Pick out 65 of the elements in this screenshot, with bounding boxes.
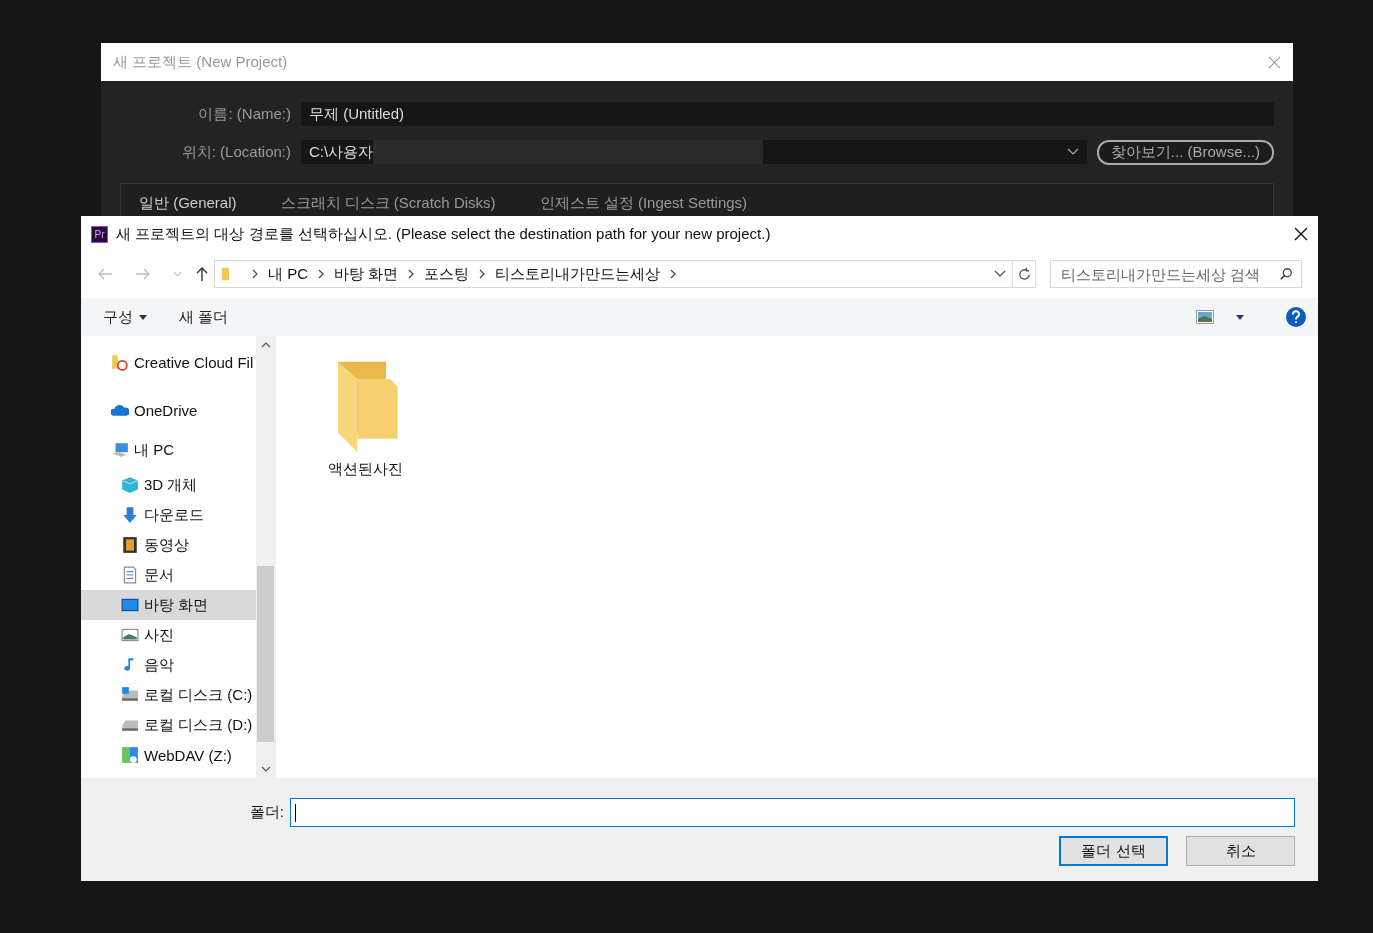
field-label: 이름: (Name:) bbox=[197, 104, 291, 124]
nav-item[interactable]: 음악 bbox=[81, 650, 256, 680]
close-icon[interactable] bbox=[1294, 227, 1308, 241]
app-badge: Pr bbox=[91, 225, 108, 243]
organize-button[interactable]: 구성 bbox=[103, 307, 147, 327]
search-icon bbox=[1279, 267, 1293, 281]
folder-item[interactable]: 액션된사진 bbox=[320, 358, 410, 479]
scroll-up-icon[interactable] bbox=[260, 342, 271, 348]
document-icon bbox=[121, 566, 139, 584]
nav-item[interactable]: 사진 bbox=[81, 620, 256, 650]
nav-item[interactable]: WebDAV (Z:) bbox=[81, 740, 256, 770]
chevron-icon bbox=[1066, 148, 1079, 156]
nav-item[interactable]: 로컬 디스크 (C:) bbox=[81, 680, 256, 710]
dropdown-icon[interactable] bbox=[994, 270, 1006, 278]
nav-item[interactable]: 3D 개체 bbox=[81, 470, 256, 500]
cancel-button[interactable]: 취소 bbox=[1186, 836, 1295, 866]
window-title: 새 프로젝트 (New Project) bbox=[113, 52, 288, 72]
chevron-icon bbox=[252, 269, 258, 279]
help-icon[interactable] bbox=[1286, 307, 1306, 327]
chevron-icon bbox=[408, 269, 415, 279]
monitor-icon bbox=[121, 596, 139, 614]
nav-item[interactable]: 내 PC bbox=[81, 430, 256, 470]
folder-label: 폴더: bbox=[248, 803, 284, 822]
search-field[interactable]: 티스토리내가만드는세상 검색 bbox=[1050, 260, 1302, 288]
new-folder-button[interactable]: 새 폴더 bbox=[179, 307, 229, 327]
location-field[interactable]: C:\사용자 bbox=[301, 140, 1087, 164]
tab[interactable]: 스크래치 디스크 (Scratch Disks) bbox=[278, 189, 498, 219]
scrollbar[interactable] bbox=[256, 336, 275, 778]
nav-item[interactable]: 다운로드 bbox=[81, 500, 256, 530]
folder-icon bbox=[221, 266, 230, 282]
select-folder-button[interactable]: 폴더 선택 bbox=[1059, 836, 1168, 866]
address-bar[interactable]: 내 PC 바탕 화면 포스팅 티스토리내가만드는세상 bbox=[214, 260, 1036, 288]
nav-item[interactable]: 문서 bbox=[81, 560, 256, 590]
caret-icon bbox=[139, 314, 147, 320]
dialog-title: 새 프로젝트의 대상 경로를 선택하십시오. (Please select the destination path for your new project.) bbox=[116, 224, 772, 244]
scroll-down-icon[interactable] bbox=[260, 766, 271, 772]
computer-icon bbox=[111, 441, 129, 459]
drive-icon bbox=[121, 686, 139, 704]
breadcrumb[interactable]: 포스팅 bbox=[424, 264, 470, 284]
picture-icon bbox=[121, 626, 139, 644]
field-label: 위치: (Location:) bbox=[180, 142, 291, 162]
network-drive-icon bbox=[121, 746, 139, 764]
breadcrumb[interactable]: 티스토리내가만드는세상 bbox=[495, 264, 661, 284]
nav-item[interactable]: 로컬 디스크 (D:) bbox=[81, 710, 256, 740]
nav-item[interactable]: OneDrive bbox=[81, 390, 256, 430]
chevron-icon bbox=[318, 269, 324, 279]
cube-icon bbox=[121, 476, 139, 494]
up-arrow-icon[interactable] bbox=[196, 266, 208, 282]
download-arrow-icon bbox=[121, 506, 139, 524]
breadcrumb[interactable]: 바탕 화면 bbox=[334, 264, 399, 284]
view-picture-icon[interactable] bbox=[1196, 310, 1214, 324]
film-icon bbox=[121, 536, 139, 554]
chevron-icon bbox=[479, 269, 486, 279]
refresh-icon bbox=[1016, 266, 1032, 282]
nav-item[interactable]: 동영상 bbox=[81, 530, 256, 560]
cloud-folder-icon bbox=[111, 353, 129, 371]
nav-item[interactable]: Creative Cloud Fil bbox=[81, 350, 256, 374]
nav-item[interactable]: 바탕 화면 bbox=[81, 590, 256, 620]
folder-input[interactable] bbox=[290, 798, 1295, 827]
name-field[interactable]: 무제 (Untitled) bbox=[301, 102, 1274, 126]
chevron-icon bbox=[670, 269, 677, 279]
browse-button[interactable]: 찾아보기... (Browse...) bbox=[1096, 139, 1274, 165]
caret-icon[interactable] bbox=[1236, 314, 1244, 320]
tab[interactable]: 인제스트 설정 (Ingest Settings) bbox=[537, 189, 750, 219]
breadcrumb[interactable]: 내 PC bbox=[268, 264, 308, 284]
